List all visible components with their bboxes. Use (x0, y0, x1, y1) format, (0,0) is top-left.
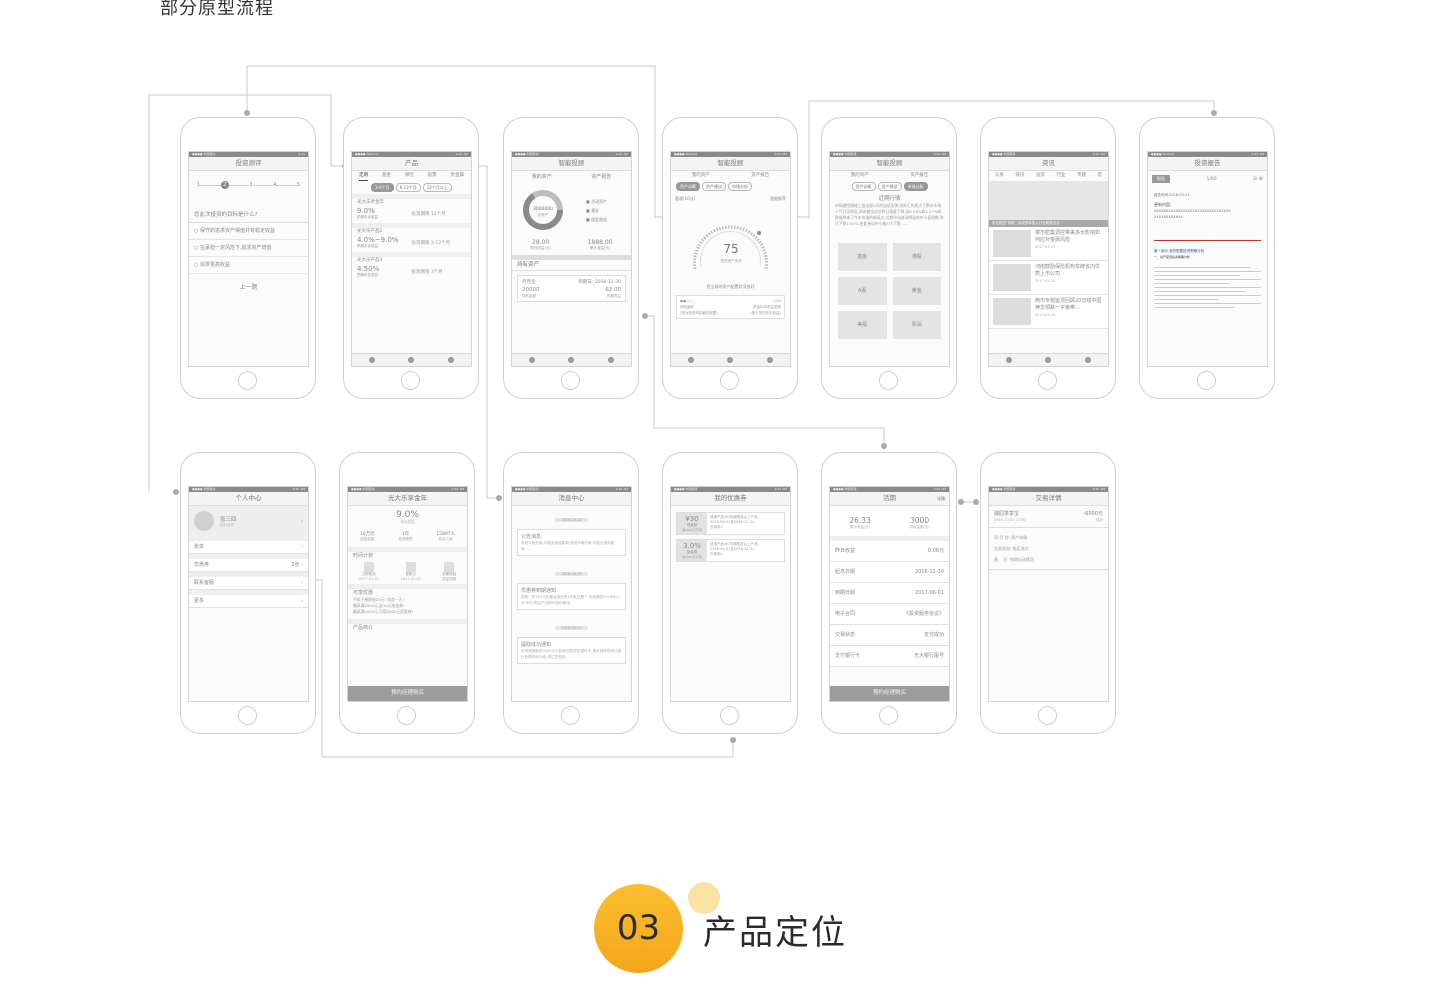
holding-card[interactable]: 月月宝 到期日: 2016-12-30 20000 62.00 持有金额 预期收益 (517, 275, 626, 302)
phone-product-detail: ●●●● 中国联通 9:41 AM 光大乐享金年 9.0% 年化收益 10万元 起投… (339, 452, 475, 734)
news-item[interactable]: 两市专题鉴顶回顾20日线中国神华领跌一字板带… 2017-03-23 (989, 295, 1108, 329)
product-row-1[interactable]: 9.0% 预期年化收益 投资期限 12个月 (352, 207, 471, 220)
tab-fixed[interactable]: 定期 (358, 171, 368, 181)
section-heading: 产品定位 (703, 913, 847, 953)
news-banner[interactable]: 农业推进“双轨”,改成资本投入行业政策出台 (989, 181, 1108, 227)
screen-title: 产品 (352, 157, 471, 171)
menu-support[interactable]: 联系客服 › (189, 577, 308, 590)
home-button (401, 371, 420, 390)
asset-donut-chart: 3000000 总资产 (523, 190, 563, 230)
prev-question-button[interactable]: 上一题 (189, 284, 308, 292)
home-button (1038, 371, 1057, 390)
tab-my-assets[interactable]: 我的资产 (532, 171, 552, 183)
home-button (397, 706, 416, 725)
screen-title: 活期 详情 (830, 492, 949, 506)
term-filter: 3-6个月 6-12个月 12个月以上 (352, 181, 471, 194)
tab-metal[interactable]: 贵金属 (451, 171, 465, 181)
tab-insurance[interactable]: 保险 (405, 171, 414, 181)
tab-stock[interactable]: 股票 (428, 171, 437, 181)
option-1[interactable]: ○ 保守的追求资产保值并有稳定收益 (189, 223, 308, 240)
home-button (879, 371, 898, 390)
phone-smart-advisor-assets: ●●●● 中国联通 9:41 AM 智能投顾 我的资产 资产报告 3000000 总… (503, 117, 639, 399)
phone-news: ●●●● 中国联通 9:41 AM 资讯 头条 快讯 投资 行业 专题宏 农业推进“双轨”… (980, 117, 1116, 399)
tab-fund[interactable]: 基金 (382, 171, 391, 181)
home-button (238, 371, 257, 390)
message-item[interactable]: 优惠券到期通知 您有一张100元的现金券还有1天就过期了,有效期至2016年11月… (517, 583, 626, 610)
category-tabs: 定期 基金 保险 股票 贵金属 (352, 171, 471, 181)
profile-header[interactable]: 张三四 钻石会员 › (189, 506, 308, 536)
avatar (194, 511, 214, 531)
product-row-2[interactable]: 4.0%~9.0% 预期年化收益 投资期限 3-12个月 (352, 236, 471, 249)
phone-smart-advisor-score: ●●●● WeChat 9:41 AM 智能投顾 我的资产 资产报告 资产诊断 资产建… (662, 117, 798, 399)
message-item[interactable]: 公告消息 系统今晚升级,可能会造成影响;系统今晚升级,可能会造成影响…… (517, 529, 626, 556)
phone-risk-assessment: ●●●● 中国移动 9:41 投资测评 1 2 3 4 5 您此次投资的目标是什么… (180, 117, 316, 399)
bottom-tabbar[interactable] (512, 353, 631, 366)
contract-link[interactable]: 电子合同 《投资服务协议》 (830, 604, 949, 625)
phone-products: ●●●● WeChat 9:41 AM 产品 定期 基金 保险 股票 贵金属 3-… (343, 117, 479, 399)
svg-text:您的资产评分: 您的资产评分 (721, 258, 742, 263)
home-button (720, 706, 739, 725)
screen-title: 个人中心 (189, 492, 308, 506)
menu-coupons[interactable]: 优惠券 2张 › (189, 559, 308, 572)
phone-investment-report: ●●●● WeChat 9:41 AM 投资报告 报告 1/60 ⊖ ⊕ 报告时间… (1139, 117, 1275, 399)
screen-title: 我的优惠券 (671, 492, 790, 506)
coupon-rate[interactable]: 3.0% 加息券 满1000元可用 适用产品:60天期限及以上产品 2016-09-0… (676, 539, 785, 562)
tab-asset-report[interactable]: 资产报告 (591, 171, 611, 183)
phone-my-coupons: ●●●● 中国联通 9:41 AM 我的优惠券 ¥30 现金券 满1000元可用 适用… (662, 452, 798, 734)
donut-legend: ■ 活动资产 ■ 基金 ■ 固定收益 (586, 198, 608, 222)
svg-text:75: 75 (723, 242, 738, 256)
product-row-3[interactable]: 4.50% 预期年化收益 投资期限 3个月 (352, 265, 471, 278)
screen-title: 智能投顾 (830, 157, 949, 171)
screen-title: 消息中心 (512, 492, 631, 506)
menu-bill[interactable]: 账单 › (189, 541, 308, 554)
screen-title: 智能投顾 (671, 157, 790, 171)
phone-market-analysis: ●●●● 中国联通 9:41 AM 智能投顾 我的资产 资产报告 资产诊断 资产建议市… (821, 117, 957, 399)
news-tabs: 头条 快讯 投资 行业 专题宏 (994, 173, 1103, 178)
menu-more[interactable]: 更多 › (189, 595, 308, 608)
news-item[interactable]: 河南鼓励保险机构举牌省内优质上市公司 2017-03-23 (989, 261, 1108, 295)
progress-steps: 1 2 3 4 5 (197, 181, 300, 189)
svg-text:3000000: 3000000 (533, 206, 553, 212)
bottom-tabbar[interactable] (671, 353, 790, 366)
market-commentary: 市场避险情绪上涨出现5天的连续反弹,创外汇的再次下跌对市场人气打压明显,两市基金… (835, 203, 944, 226)
home-button (720, 371, 739, 390)
book-manager-button[interactable]: 预约经理购买 (348, 686, 467, 701)
score-gauge: 75 您的资产评分 (693, 225, 768, 270)
market-category-grid: 基金 港股 A股 黄金 美股 原油 (830, 239, 949, 345)
home-button (1038, 706, 1057, 725)
bottom-tabbar[interactable] (989, 353, 1108, 366)
home-button (879, 706, 898, 725)
svg-text:总资产: 总资产 (538, 212, 549, 217)
home-button (561, 706, 580, 725)
section-number-badge: 03 (594, 884, 683, 973)
book-manager-button[interactable]: 预约经理购买 (830, 686, 949, 701)
option-2[interactable]: ○ 在承担一定风险下,追求资产增值 (189, 240, 308, 257)
analysis-card: ●●○○○ 12% 风险偏好 资金年均收益能够 (现为较低风险最佳配置) (基于您的历… (676, 295, 785, 319)
phone-personal-center: ●●●● 中国移动 9:41 AM 个人中心 张三四 钻石会员 › 账单 › 优惠券 2… (180, 452, 316, 734)
screen-title: 智能投顾 (512, 157, 631, 171)
screen-title: 投资测评 (189, 157, 308, 171)
home-button (238, 706, 257, 725)
home-button (561, 371, 580, 390)
question: 您此次投资的目标是什么? (189, 211, 308, 223)
screen-title: 投资报告 (1148, 157, 1267, 171)
bottom-tabbar[interactable] (352, 353, 471, 366)
phone-message-center: ●●●● 中国联通 9:41 AM 消息中心 2016-10-12 公告消息 系统今… (503, 452, 639, 734)
phone-demand-deposit: ●●●● 中国联通 9:41 AM 活期 详情 26.33 累计收益(元) 3000 持… (821, 452, 957, 734)
option-3[interactable]: ○ 追求更高收益 (189, 257, 308, 274)
news-item[interactable]: 楼市密集调控带来多大影响如何应对金融风险 2017-03-23 (989, 227, 1108, 261)
phone-transaction-detail: ●●●● 中国联通 9:41 AM 交易详情 骊园季季宝 -6000元 2016-1… (980, 452, 1116, 734)
screen-title: 光大乐享金年 (348, 492, 467, 506)
timeline: 立即购买 2017-01-01 募集日 2017-01-02 到期赎回 收益到账 (348, 560, 467, 584)
message-item[interactable]: 提取成功通知 您申请提取的3000元已转到您的绑定银行卡,具体到账时间以银行处理时… (517, 637, 626, 664)
report-text-lines (1154, 267, 1261, 308)
home-button (1197, 371, 1216, 390)
coupon-cash[interactable]: ¥30 现金券 满1000元可用 适用产品:60天期限及以上产品 2016-09-01… (676, 512, 785, 535)
screen-title: 资讯 (989, 157, 1108, 171)
screen-title: 交易详情 (989, 492, 1108, 506)
